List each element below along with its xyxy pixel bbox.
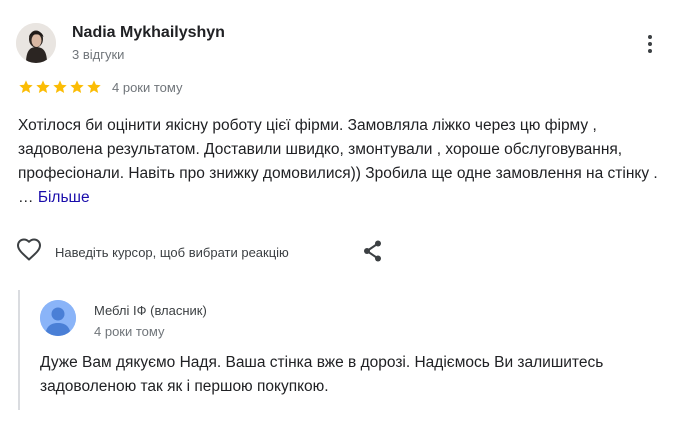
review-card: Nadia Mykhailyshyn 3 відгуки 4 роки тому… bbox=[0, 0, 680, 428]
owner-name: Меблі ІФ (власник) bbox=[94, 303, 207, 318]
owner-reply-text: Дуже Вам дякуємо Надя. Ваша стінка вже в… bbox=[40, 354, 604, 395]
author-avatar[interactable] bbox=[16, 23, 56, 63]
star-icon bbox=[18, 79, 34, 95]
review-actions: Наведіть курсор, щоб вибрати реакцію bbox=[16, 236, 666, 266]
author-name[interactable]: Nadia Mykhailyshyn bbox=[72, 24, 225, 42]
share-icon[interactable] bbox=[362, 239, 384, 268]
more-link[interactable]: Більше bbox=[38, 189, 90, 206]
reaction-hint[interactable]: Наведіть курсор, щоб вибрати реакцію bbox=[55, 245, 289, 260]
star-icon bbox=[35, 79, 51, 95]
owner-reply-date: 4 роки тому bbox=[94, 324, 165, 339]
star-rating bbox=[18, 79, 102, 95]
star-icon bbox=[69, 79, 85, 95]
review-date: 4 роки тому bbox=[112, 80, 183, 95]
star-icon bbox=[52, 79, 68, 95]
default-user-avatar-icon bbox=[40, 300, 76, 336]
owner-reply: Меблі ІФ (власник) 4 роки тому Дуже Вам … bbox=[18, 290, 660, 410]
review-text: Хотілося би оцінити якісну роботу цієї ф… bbox=[18, 114, 668, 210]
heart-outline-icon[interactable] bbox=[16, 238, 42, 267]
star-icon bbox=[86, 79, 102, 95]
author-review-count: 3 відгуки bbox=[72, 47, 125, 62]
more-vert-icon[interactable] bbox=[638, 30, 662, 58]
review-body: Хотілося би оцінити якісну роботу цієї ф… bbox=[18, 117, 658, 206]
author-photo-icon bbox=[16, 23, 56, 63]
